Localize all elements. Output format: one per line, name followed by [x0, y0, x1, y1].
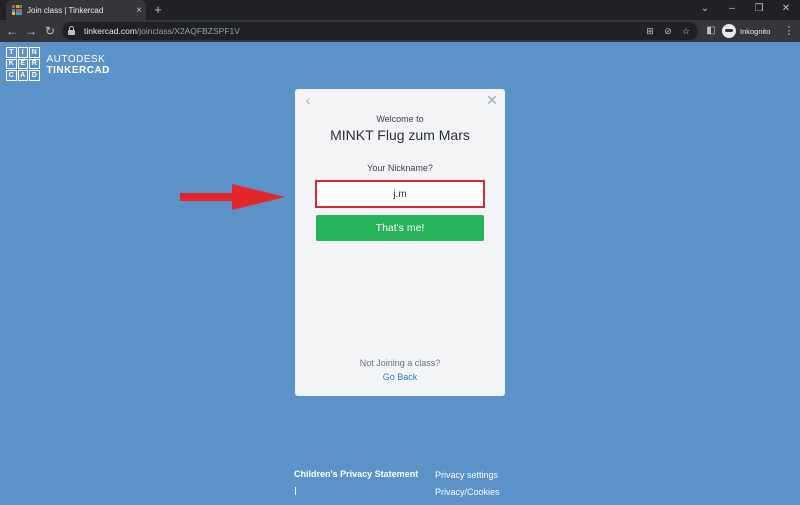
logo-grid-icon: T I N K E R C A D	[6, 47, 40, 81]
forward-icon[interactable]: →	[23, 20, 39, 42]
lock-icon	[68, 26, 75, 35]
restore-icon[interactable]: ❐	[747, 0, 771, 20]
nickname-input[interactable]	[315, 180, 485, 208]
logo-product: TINKERCAD	[46, 65, 110, 76]
tinkercad-logo[interactable]: T I N K E R C A D AUTODESK TINKERCAD	[6, 47, 110, 81]
menu-icon[interactable]: ⋮	[782, 20, 796, 42]
welcome-text: Welcome to	[376, 114, 424, 124]
tab-search-icon[interactable]: ⌄	[693, 0, 717, 20]
tab-close-icon[interactable]: ×	[132, 5, 146, 16]
reload-icon[interactable]: ↻	[42, 20, 58, 42]
red-arrow-icon	[180, 184, 285, 210]
back-icon[interactable]: ←	[4, 20, 20, 42]
browser-tab-bar: Join class | Tinkercad × + ⌄ – ❐ ✕	[0, 0, 800, 20]
nickname-label: Your Nickname?	[367, 163, 433, 173]
sidepanel-icon[interactable]: ◧	[703, 20, 719, 42]
footer-divider	[295, 487, 296, 495]
browser-toolbar: ← → ↻ tinkercad.com/joinclass/X2AQFBZSPF…	[0, 20, 800, 42]
window-close-icon[interactable]: ✕	[774, 0, 798, 20]
profile-button[interactable]: Inkognito	[722, 23, 770, 39]
browser-tab[interactable]: Join class | Tinkercad ×	[6, 0, 146, 20]
incognito-icon	[722, 24, 736, 38]
tab-title: Join class | Tinkercad	[27, 5, 104, 15]
address-bar[interactable]: tinkercad.com/joinclass/X2AQFBZSPF1V ⊞ ⊘…	[62, 22, 698, 40]
privacy-settings-link[interactable]: Privacy settings	[435, 470, 498, 480]
profile-label: Inkognito	[740, 26, 771, 36]
url-text: tinkercad.com/joinclass/X2AQFBZSPF1V	[84, 26, 240, 36]
class-title: MINKT Flug zum Mars	[330, 127, 470, 143]
go-back-link[interactable]: Go Back	[295, 372, 505, 382]
logo-brand: AUTODESK	[46, 54, 106, 65]
eye-off-icon[interactable]: ⊘	[660, 22, 676, 40]
not-joining-text: Not Joining a class?	[359, 358, 441, 368]
translate-icon[interactable]: ⊞	[642, 22, 658, 40]
new-tab-button[interactable]: +	[150, 0, 166, 20]
tinkercad-favicon-icon	[12, 5, 22, 15]
childrens-privacy-link[interactable]: Children's Privacy Statement	[294, 469, 418, 479]
join-class-dialog: ‹ ✕ Welcome to MINKT Flug zum Mars Your …	[295, 89, 505, 396]
minimize-icon[interactable]: –	[720, 0, 744, 20]
close-icon[interactable]: ✕	[485, 92, 499, 108]
back-chevron-icon[interactable]: ‹	[301, 92, 315, 108]
thats-me-button[interactable]: That's me!	[316, 215, 484, 241]
star-icon[interactable]: ☆	[678, 22, 694, 40]
privacy-cookies-link[interactable]: Privacy/Cookies	[435, 487, 500, 497]
